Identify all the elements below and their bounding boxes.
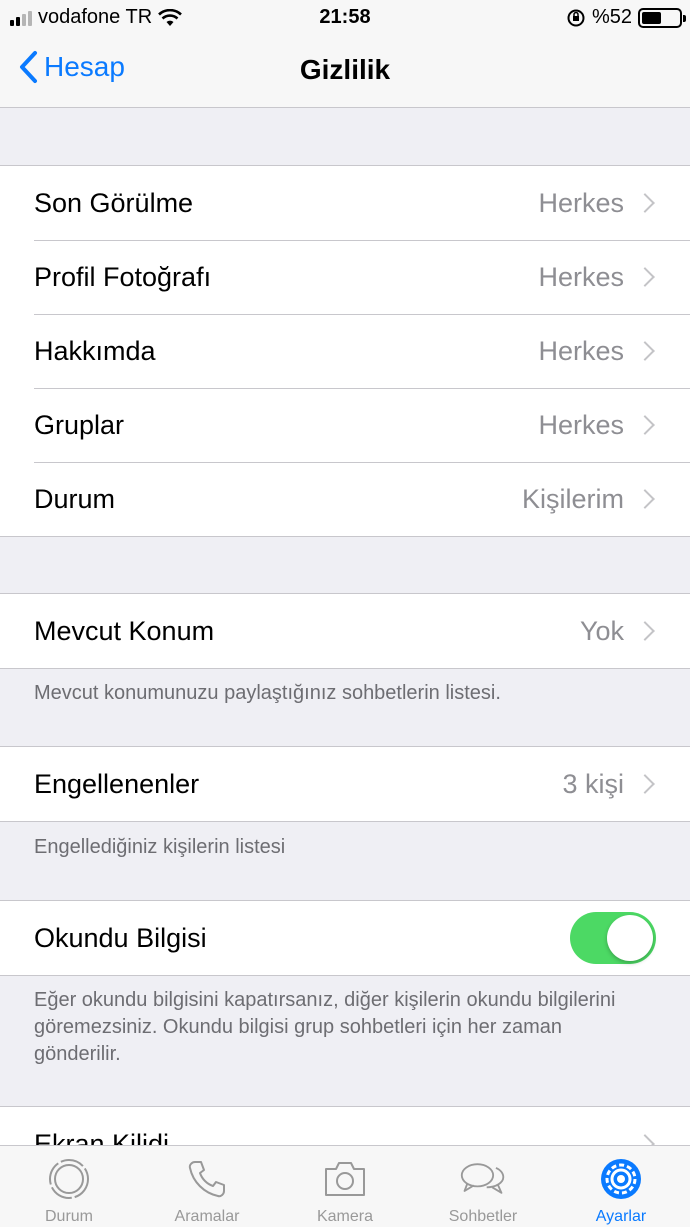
row-value: Herkes bbox=[538, 335, 624, 366]
tab-label: Aramalar bbox=[174, 1208, 240, 1225]
camera-icon bbox=[321, 1156, 369, 1202]
chevron-right-icon bbox=[635, 267, 655, 287]
tab-status[interactable]: Durum bbox=[0, 1146, 138, 1227]
row-value: Herkes bbox=[538, 187, 624, 218]
blocked-note: Engellediğiniz kişilerin listesi bbox=[34, 836, 286, 858]
tab-label: Sohbetler bbox=[448, 1208, 518, 1225]
row-label: Durum bbox=[34, 483, 116, 514]
blocked-group: Engellenenler 3 kişi bbox=[0, 746, 690, 822]
status-icon bbox=[45, 1156, 93, 1202]
tab-label: Ayarlar bbox=[595, 1208, 647, 1225]
last-seen-row[interactable]: Son Görülme Herkes bbox=[0, 166, 690, 240]
read-receipts-group: Okundu Bilgisi bbox=[0, 900, 690, 976]
row-label: Okundu Bilgisi bbox=[34, 922, 207, 953]
row-value: Yok bbox=[579, 615, 624, 646]
chevron-right-icon bbox=[635, 621, 655, 641]
toggle-knob bbox=[607, 915, 653, 961]
battery-percent: %52 bbox=[591, 6, 632, 28]
tab-chats[interactable]: Sohbetler bbox=[414, 1146, 552, 1227]
live-location-group: Mevcut Konum Yok bbox=[0, 593, 690, 669]
chevron-right-icon bbox=[635, 415, 655, 435]
battery-icon bbox=[638, 7, 686, 28]
chevron-right-icon bbox=[635, 489, 655, 509]
row-value: 3 kişi bbox=[562, 768, 624, 799]
row-label: Son Görülme bbox=[34, 187, 194, 218]
privacy-settings-list: Son Görülme Herkes Profil Fotoğrafı Herk… bbox=[0, 165, 690, 537]
tab-camera[interactable]: Kamera bbox=[276, 1146, 414, 1227]
tab-settings[interactable]: Ayarlar bbox=[552, 1146, 690, 1227]
about-row[interactable]: Hakkımda Herkes bbox=[0, 314, 690, 388]
tab-bar: Durum Aramalar Kamera Sohbetler Ayarlar bbox=[0, 1145, 690, 1227]
row-label: Engellenenler bbox=[34, 768, 200, 799]
page-title: Gizlilik bbox=[299, 54, 391, 85]
navigation-bar: Hesap Gizlilik bbox=[0, 36, 690, 108]
chevron-right-icon bbox=[635, 774, 655, 794]
chevron-right-icon bbox=[635, 193, 655, 213]
orientation-lock-icon bbox=[567, 9, 585, 26]
live-location-note: Mevcut konumunuzu paylaştığınız sohbetle… bbox=[34, 682, 501, 704]
row-value: Herkes bbox=[538, 261, 624, 292]
phone-icon bbox=[183, 1156, 231, 1202]
chevron-right-icon bbox=[635, 341, 655, 361]
read-receipts-note: Eğer okundu bilgisini kapatırsanız, diğe… bbox=[34, 989, 616, 1065]
row-label: Gruplar bbox=[34, 409, 125, 440]
groups-row[interactable]: Gruplar Herkes bbox=[0, 388, 690, 462]
row-value: Herkes bbox=[538, 409, 624, 440]
row-value: Kişilerim bbox=[521, 483, 624, 514]
status-bar: vodafone TR 21:58 %52 bbox=[0, 0, 690, 36]
read-receipts-toggle[interactable] bbox=[570, 912, 656, 964]
row-label: Hakkımda bbox=[34, 335, 156, 366]
profile-photo-row[interactable]: Profil Fotoğrafı Herkes bbox=[0, 240, 690, 314]
gear-icon bbox=[597, 1156, 645, 1202]
row-label: Profil Fotoğrafı bbox=[34, 261, 212, 292]
tab-label: Kamera bbox=[316, 1208, 374, 1225]
tab-label: Durum bbox=[44, 1208, 93, 1225]
blocked-row[interactable]: Engellenenler 3 kişi bbox=[0, 747, 690, 821]
chat-icon bbox=[459, 1156, 507, 1202]
read-receipts-row: Okundu Bilgisi bbox=[0, 901, 690, 975]
status-row[interactable]: Durum Kişilerim bbox=[0, 462, 690, 536]
tab-calls[interactable]: Aramalar bbox=[138, 1146, 276, 1227]
live-location-row[interactable]: Mevcut Konum Yok bbox=[0, 594, 690, 668]
row-label: Mevcut Konum bbox=[34, 615, 215, 646]
